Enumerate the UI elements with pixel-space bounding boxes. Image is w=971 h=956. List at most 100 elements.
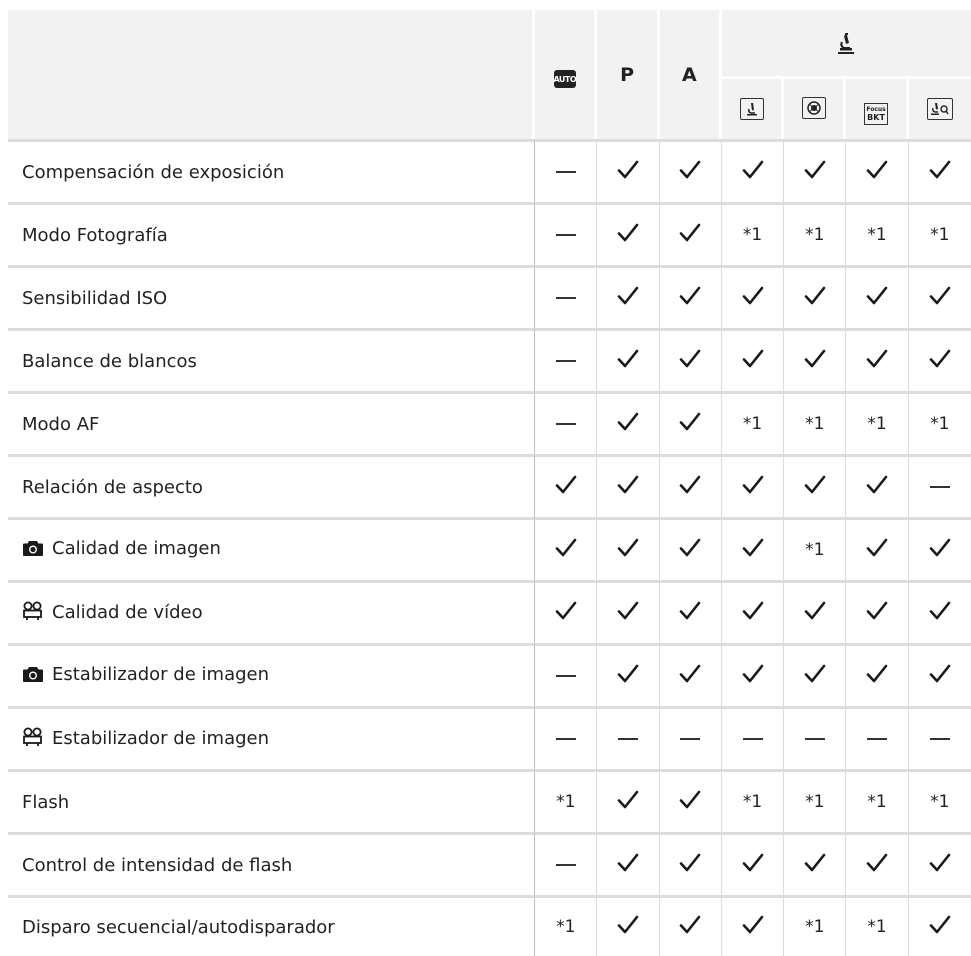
check-icon: [804, 475, 826, 501]
table-header: AUTO P A Focus BKT: [8, 10, 971, 139]
cell-check: [908, 832, 971, 895]
table-row: Compensación de exposición: [8, 139, 971, 202]
cell-check: [784, 832, 847, 895]
dash-icon: [680, 738, 701, 740]
check-icon: [679, 475, 701, 501]
check-icon: [679, 223, 701, 249]
footnote-ref: *1: [867, 792, 887, 812]
cell-check: [908, 328, 971, 391]
check-icon: [555, 601, 577, 627]
check-icon: [617, 349, 639, 375]
check-icon: [555, 475, 577, 501]
cell-check: [721, 139, 785, 202]
focus-bkt-icon: Focus BKT: [864, 102, 889, 125]
check-icon: [742, 915, 764, 941]
cell-check: [535, 580, 598, 643]
check-icon: [929, 853, 951, 879]
cell-check: [535, 454, 598, 517]
dash-icon: [555, 675, 576, 677]
footnote-ref: *1: [805, 792, 825, 812]
cell-check: [908, 580, 971, 643]
cell-check: [784, 580, 847, 643]
cell-dash: [535, 139, 598, 202]
check-icon: [679, 853, 701, 879]
footnote-ref: *1: [805, 414, 825, 434]
check-icon: [866, 853, 888, 879]
check-icon: [804, 601, 826, 627]
table-row: Estabilizador de imagen: [8, 706, 971, 769]
check-icon: [617, 664, 639, 690]
row-label-text: Control de intensidad de flash: [22, 854, 293, 876]
cell-check: [721, 454, 785, 517]
dash-icon: [555, 864, 576, 866]
dash-icon: [804, 738, 825, 740]
row-label-text: Flash: [22, 791, 70, 813]
cell-note: *1: [784, 517, 847, 580]
cell-check: [535, 517, 598, 580]
cell-check: [784, 328, 847, 391]
row-label-text: Modo Fotografía: [22, 224, 168, 246]
movie-icon: [22, 727, 44, 752]
camera-icon: [22, 665, 44, 688]
header-p: P: [597, 10, 660, 139]
table-row: Control de intensidad de flash: [8, 832, 971, 895]
check-icon: [804, 664, 826, 690]
cell-check: [659, 895, 722, 956]
table-row: Relación de aspecto: [8, 454, 971, 517]
cell-check: [659, 391, 722, 454]
cell-dash: [721, 706, 785, 769]
check-icon: [866, 349, 888, 375]
table-body: Compensación de exposición Modo Fotografí…: [8, 139, 971, 956]
header-microscope-group: [721, 10, 971, 79]
cell-check: [908, 265, 971, 328]
cell-check: [659, 139, 722, 202]
cell-check: [597, 769, 660, 832]
check-icon: [804, 853, 826, 879]
row-label-text: Compensación de exposición: [22, 161, 285, 183]
cell-dash: [535, 202, 598, 265]
cell-check: [597, 454, 660, 517]
cell-check: [846, 328, 909, 391]
cell-check: [784, 454, 847, 517]
row-label: Control de intensidad de flash: [8, 832, 536, 895]
row-label-text: Estabilizador de imagen: [52, 727, 270, 749]
cell-check: [659, 769, 722, 832]
row-label: Calidad de imagen: [8, 517, 536, 580]
microscope-zoom-icon: [926, 97, 953, 120]
cell-dash: [535, 832, 598, 895]
footnote-ref: *1: [930, 792, 950, 812]
cell-check: [659, 832, 722, 895]
check-icon: [679, 601, 701, 627]
table-row: Calidad de imagen *1: [8, 517, 971, 580]
check-icon: [679, 349, 701, 375]
cell-note: *1: [846, 391, 909, 454]
cell-note: *1: [846, 895, 909, 956]
cell-check: [659, 202, 722, 265]
movie-icon: [22, 601, 44, 626]
header-corner: [8, 10, 536, 139]
row-label: Compensación de exposición: [8, 139, 536, 202]
dash-icon: [555, 297, 576, 299]
cell-check: [597, 139, 660, 202]
check-icon: [929, 538, 951, 564]
cell-check: [597, 643, 660, 706]
cell-check: [908, 517, 971, 580]
cell-check: [597, 517, 660, 580]
header-sub-focus-bkt: Focus BKT: [846, 79, 909, 139]
dash-icon: [929, 486, 950, 488]
check-icon: [679, 286, 701, 312]
table-row: Balance de blancos: [8, 328, 971, 391]
dash-icon: [555, 423, 576, 425]
cell-check: [908, 895, 971, 956]
header-sub-microscope: [721, 79, 785, 139]
cell-dash: [846, 706, 909, 769]
cell-note: *1: [846, 769, 909, 832]
footnote-ref: *1: [556, 917, 576, 937]
row-label-text: Estabilizador de imagen: [52, 664, 270, 685]
cell-dash: [535, 706, 598, 769]
row-label-text: Disparo secuencial/autodisparador: [22, 916, 335, 938]
check-icon: [679, 412, 701, 438]
focus-bkt-line2: BKT: [867, 112, 885, 122]
cell-check: [721, 265, 785, 328]
footnote-ref: *1: [867, 225, 887, 245]
